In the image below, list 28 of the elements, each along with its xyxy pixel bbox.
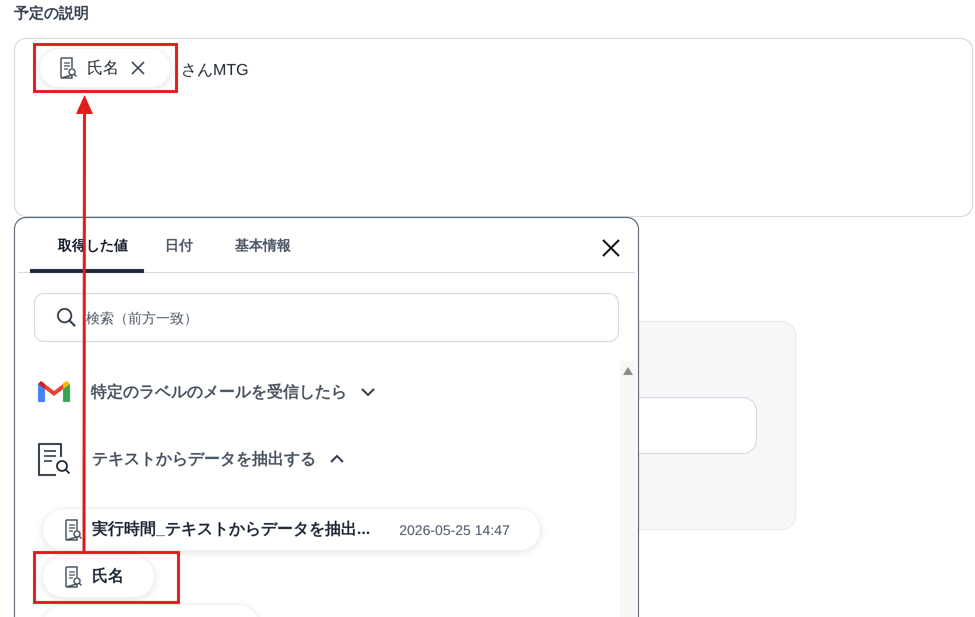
field-label: 予定の説明 — [14, 4, 90, 24]
value-chip[interactable]: 氏名 — [42, 555, 155, 598]
document-search-icon — [58, 57, 78, 79]
input-field[interactable] — [639, 397, 757, 454]
value-name: 氏名 — [92, 566, 124, 587]
step-title: 特定のラベルのメールを受信したら — [91, 382, 347, 402]
close-icon[interactable] — [601, 238, 621, 258]
search-field[interactable]: 検索（前方一致） — [34, 293, 619, 342]
value-name: 実行時間_テキストからデータを抽出... — [92, 519, 370, 540]
description-text: さんMTG — [181, 61, 249, 81]
document-search-icon — [63, 566, 83, 588]
step-header[interactable]: テキストからデータを抽出する — [36, 441, 620, 477]
variable-chip[interactable]: 氏名 — [39, 48, 171, 88]
close-icon[interactable] — [130, 60, 146, 76]
tab[interactable]: 日付 — [144, 218, 214, 273]
search-icon — [56, 307, 77, 328]
step-title: テキストからデータを抽出する — [92, 450, 316, 470]
scroll-up-icon[interactable] — [623, 367, 633, 375]
value-chip[interactable]: 実行時間_テキストからデータを抽出... 2026-05-25 14:47 — [42, 508, 541, 551]
description-field[interactable]: 氏名 さんMTG — [14, 38, 973, 217]
mail-logo-icon — [38, 380, 70, 404]
chip-label: 氏名 — [87, 58, 119, 78]
tab[interactable]: 基本情報 — [214, 218, 312, 273]
scrollbar[interactable] — [620, 361, 636, 617]
step-header[interactable]: 特定のラベルのメールを受信したら — [36, 374, 620, 410]
value-text: 2026-05-25 14:47 — [399, 522, 510, 538]
document-search-icon — [36, 441, 72, 477]
document-search-icon — [63, 518, 83, 540]
